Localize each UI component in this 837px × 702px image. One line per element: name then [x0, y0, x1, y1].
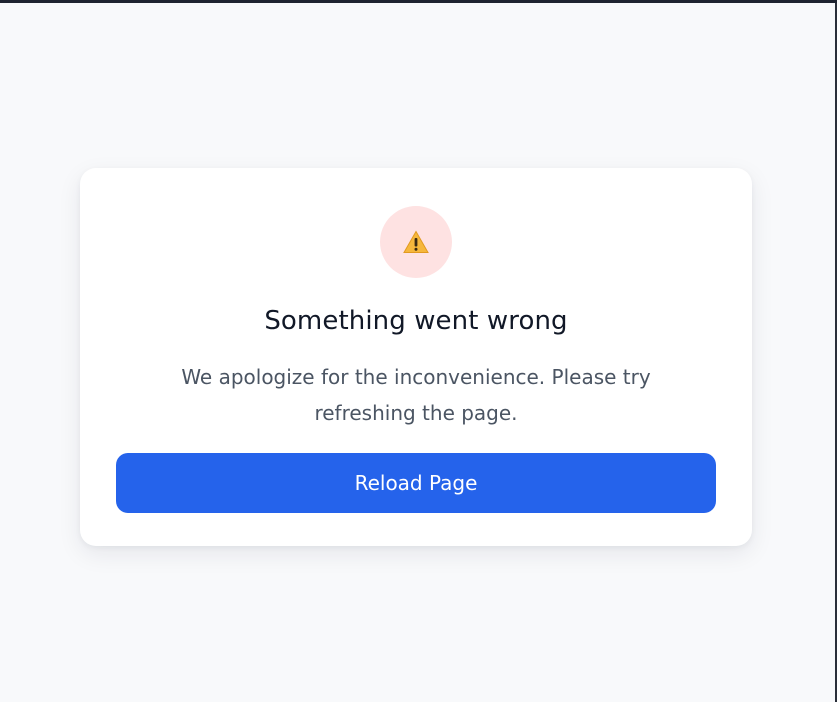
reload-page-button[interactable]: Reload Page: [116, 453, 716, 513]
error-message: We apologize for the inconvenience. Plea…: [181, 365, 651, 425]
error-title: Something went wrong: [264, 306, 568, 336]
error-card: Something went wrong We apologize for th…: [80, 168, 752, 546]
warning-icon: [403, 230, 429, 253]
error-page: Something went wrong We apologize for th…: [0, 0, 837, 702]
warning-icon-container: [380, 206, 452, 278]
